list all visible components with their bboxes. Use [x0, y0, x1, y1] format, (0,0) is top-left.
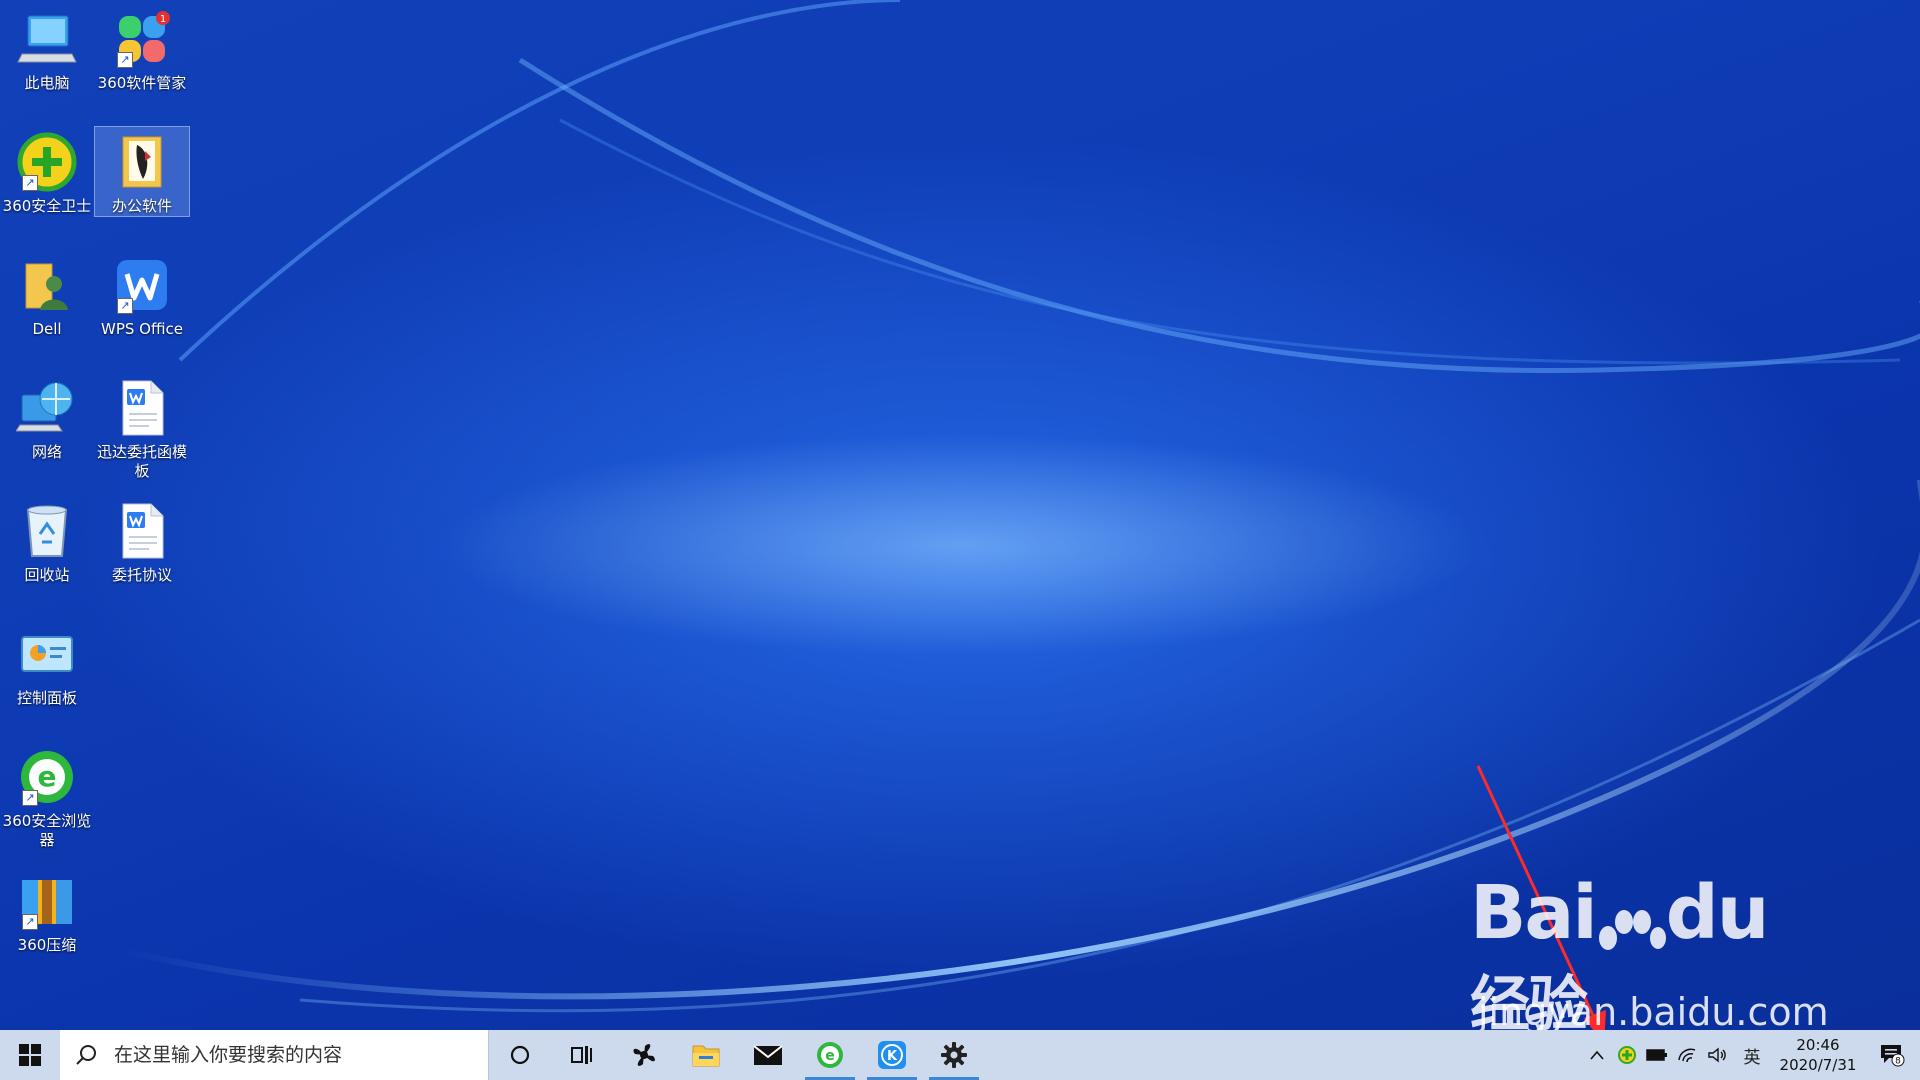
tray-network[interactable] [1672, 1030, 1702, 1080]
shortcut-arrow-icon: ↗ [22, 175, 38, 191]
icon-label: 360压缩 [17, 936, 77, 954]
folder-icon [692, 1045, 720, 1067]
svg-text:1: 1 [160, 14, 166, 25]
wifi-icon [1678, 1048, 1696, 1063]
recycle-bin-icon [16, 500, 78, 562]
desktop-icon-dell[interactable]: Dell [0, 250, 94, 339]
icon-label: Dell [32, 320, 62, 338]
shortcut-arrow-icon: ↗ [22, 790, 38, 806]
word-document-icon [111, 500, 173, 562]
speaker-icon [1708, 1047, 1726, 1063]
cortana-circle-icon [510, 1045, 530, 1065]
icon-label: 办公软件 [111, 197, 172, 215]
taskbar-search-box[interactable] [60, 1030, 489, 1080]
icon-label: 网络 [31, 443, 62, 461]
desktop-icon-360-zip[interactable]: ↗ 360压缩 [0, 866, 94, 955]
icon-label: WPS Office [101, 320, 183, 338]
tray-volume[interactable] [1702, 1030, 1732, 1080]
k-app-icon: K [878, 1041, 906, 1069]
folder-icon [111, 131, 173, 193]
tray-battery[interactable] [1642, 1030, 1672, 1080]
desktop[interactable]: 此电脑 ↗ 360安全卫士 Dell 网络 回收站 控制面板 e ↗ 360安全… [0, 0, 1920, 1030]
shortcut-arrow-icon: ↗ [117, 298, 133, 314]
icon-label: 360安全卫士 [2, 197, 92, 215]
desktop-icon-agreement[interactable]: 委托协议 [95, 496, 189, 585]
notification-icon: 8 [1881, 1045, 1905, 1067]
ime-indicator[interactable]: 英 [1732, 1030, 1772, 1080]
watermark-url: jingyan.baidu.com [1478, 990, 1829, 1030]
control-panel-icon [16, 623, 78, 685]
icon-label: 迅达委托函模板 [96, 443, 187, 480]
svg-text:8: 8 [1895, 1057, 1901, 1067]
wps-office-icon: ↗ [111, 254, 173, 316]
paw-icon [1598, 910, 1666, 950]
taskbar-file-explorer[interactable] [675, 1030, 737, 1080]
action-center-button[interactable]: 8 [1864, 1030, 1920, 1080]
cortana-button[interactable] [489, 1030, 551, 1080]
taskbar-360-browser[interactable]: e [799, 1030, 861, 1080]
taskbar-mail[interactable] [737, 1030, 799, 1080]
icon-label: 回收站 [24, 566, 70, 584]
desktop-icon-360-software-manager[interactable]: 1 ↗ 360软件管家 [95, 4, 189, 93]
icon-label: 360软件管家 [97, 74, 187, 92]
taskbar-app-pinwheel[interactable] [613, 1030, 675, 1080]
desktop-icon-this-pc[interactable]: 此电脑 [0, 4, 94, 93]
360-browser-icon: e [817, 1042, 843, 1068]
search-input[interactable] [112, 1043, 476, 1067]
desktop-icon-office-software[interactable]: 办公软件 [94, 126, 190, 217]
icon-label: 委托协议 [111, 566, 172, 584]
computer-icon [16, 8, 78, 70]
task-view-button[interactable] [551, 1030, 613, 1080]
desktop-icon-360-safe[interactable]: ↗ 360安全卫士 [0, 127, 94, 216]
360-safe-icon: ↗ [16, 131, 78, 193]
user-folder-icon [16, 254, 78, 316]
shortcut-arrow-icon: ↗ [117, 52, 133, 68]
network-icon [15, 377, 78, 439]
start-button[interactable] [0, 1030, 60, 1080]
360-safe-icon [1618, 1046, 1636, 1064]
chevron-up-icon [1590, 1050, 1604, 1060]
pinwheel-app-icon [633, 1044, 655, 1066]
baidu-watermark: Bai du经验 jingyan.baidu.com [1470, 870, 1829, 1030]
desktop-icon-control-panel[interactable]: 控制面板 [0, 619, 94, 708]
desktop-icon-network[interactable]: 网络 [0, 373, 94, 462]
360-browser-icon: e ↗ [16, 746, 78, 808]
desktop-icon-wps-office[interactable]: ↗ WPS Office [95, 250, 189, 339]
desktop-icon-recycle-bin[interactable]: 回收站 [0, 496, 94, 585]
icon-label: 360安全浏览器 [2, 812, 92, 849]
desktop-icon-360-browser[interactable]: e ↗ 360安全浏览器 [0, 742, 94, 850]
search-icon [76, 1045, 96, 1065]
clock-time: 20:46 [1796, 1036, 1840, 1054]
gear-icon [941, 1042, 967, 1068]
svg-text:K: K [887, 1049, 898, 1064]
windows-logo-icon [19, 1044, 41, 1066]
taskbar-settings[interactable] [923, 1030, 985, 1080]
tray-360-safe[interactable] [1612, 1030, 1642, 1080]
system-tray: 英 20:46 2020/7/31 8 [1582, 1030, 1920, 1080]
svg-text:e: e [825, 1048, 835, 1064]
show-hidden-icons-button[interactable] [1582, 1030, 1612, 1080]
icon-label: 此电脑 [24, 74, 70, 92]
360-zip-icon: ↗ [16, 870, 78, 932]
taskbar: e K [0, 1030, 1920, 1080]
shortcut-arrow-icon: ↗ [22, 914, 38, 930]
clock-date: 2020/7/31 [1779, 1056, 1857, 1074]
icon-label: 控制面板 [16, 689, 77, 707]
svg-text:e: e [38, 760, 57, 793]
360-software-manager-icon: 1 ↗ [111, 8, 173, 70]
mail-icon [753, 1045, 783, 1065]
word-document-icon [111, 377, 173, 439]
battery-icon [1646, 1049, 1667, 1061]
clock[interactable]: 20:46 2020/7/31 [1772, 1035, 1864, 1075]
task-view-icon [571, 1046, 592, 1064]
desktop-icon-xunda-template[interactable]: 迅达委托函模板 [95, 373, 189, 481]
taskbar-k-app[interactable]: K [861, 1030, 923, 1080]
